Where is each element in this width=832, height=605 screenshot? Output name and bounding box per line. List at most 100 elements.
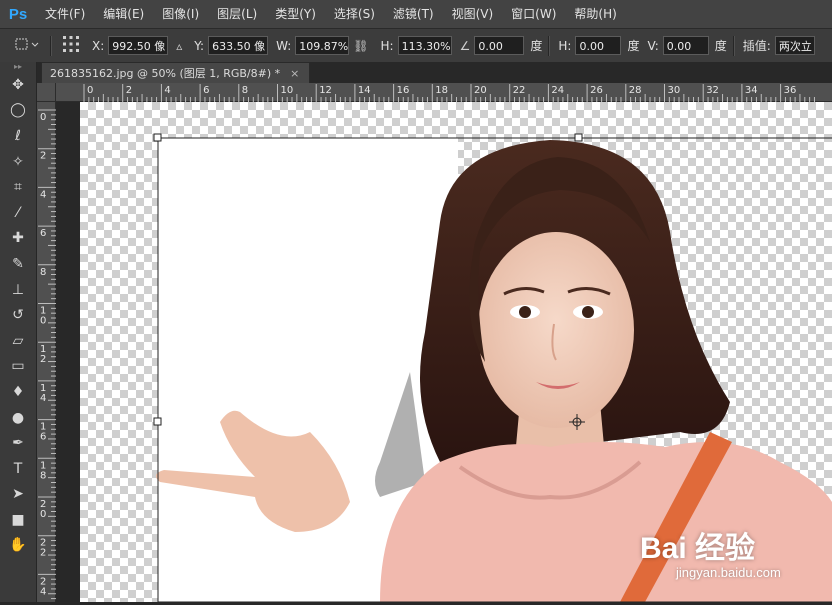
menu-image[interactable]: 图像(I) <box>153 0 208 28</box>
menu-type[interactable]: 类型(Y) <box>266 0 325 28</box>
ruler-tick-label: 6 <box>40 432 46 443</box>
ruler-tick-label: 2 <box>40 151 46 162</box>
horizontal-ruler[interactable]: 0 2 4 6 8 10 12 14 16 18 20 22 24 26 28 30 32 34 36 <box>56 83 832 102</box>
type-tool-icon[interactable]: T <box>0 456 36 482</box>
ruler-origin[interactable] <box>37 83 56 102</box>
ruler-tick-label: 18 <box>435 85 448 96</box>
vskew-field[interactable]: 0.00 <box>662 36 709 55</box>
delta-icon[interactable]: ▵ <box>176 39 182 53</box>
horizontal-ruler-ticks: 0 2 4 6 8 10 12 14 16 18 20 22 24 26 28 30 32 34 36 <box>83 84 815 102</box>
y-field[interactable]: 633.50 像 <box>208 36 269 55</box>
path-selection-icon[interactable]: ➤ <box>0 482 36 508</box>
x-field[interactable]: 992.50 像 <box>108 36 169 55</box>
w-label: W: <box>276 38 292 53</box>
history-brush-icon[interactable]: ↺ <box>0 302 36 328</box>
width-field[interactable]: 109.87% <box>295 36 350 55</box>
document-tab-title: 261835162.jpg @ 50% (图层 1, RGB/8#) * <box>50 67 281 80</box>
vertical-ruler[interactable]: 024681012141618202224 <box>37 102 56 602</box>
ruler-tick-label: 8 <box>40 267 46 278</box>
ruler-tick-label: 4 <box>40 586 46 597</box>
menu-window[interactable]: 窗口(W) <box>502 0 565 28</box>
tools-panel: ▸▸ ✥ ◯ ℓ ✧ ⌗ ⁄ ✚ ✎ ⊥ ↺ ▱ ▭ ♦ ● ✒ T ➤ ■ ✋ <box>0 62 37 602</box>
vertical-ruler-ticks: 024681012141618202224 <box>38 109 56 600</box>
document-tab[interactable]: 261835162.jpg @ 50% (图层 1, RGB/8#) * × <box>41 62 311 83</box>
eyedropper-icon[interactable]: ⁄ <box>0 200 36 226</box>
height-field[interactable]: 113.30% <box>397 36 452 55</box>
ruler-tick-label: 4 <box>40 393 46 404</box>
interpolation-label: 插值: <box>742 39 771 53</box>
eraser-icon[interactable]: ▱ <box>0 328 36 354</box>
vskew-unit: 度 <box>714 39 727 53</box>
document-tab-bar: 261835162.jpg @ 50% (图层 1, RGB/8#) * × <box>37 62 832 83</box>
ruler-tick-label: 4 <box>164 85 170 96</box>
photoshop-logo: Ps <box>8 5 28 23</box>
gradient-icon[interactable]: ▭ <box>0 354 36 380</box>
ruler-tick-label: 6 <box>40 228 46 239</box>
ruler-tick-label: 28 <box>629 85 642 96</box>
lasso-icon[interactable]: ℓ <box>0 123 36 149</box>
ruler-tick-label: 20 <box>474 85 487 96</box>
menu-filter[interactable]: 滤镜(T) <box>384 0 443 28</box>
ruler-tick-label: 0 <box>40 316 46 327</box>
menu-select[interactable]: 选择(S) <box>325 0 384 28</box>
y-label: Y: <box>194 38 205 53</box>
ruler-tick-label: 2 <box>40 354 46 365</box>
ruler-tick-label: 8 <box>242 85 248 96</box>
baidu-watermark-logo: Bai 经验 <box>640 532 756 565</box>
hskew-unit: 度 <box>627 39 640 53</box>
ruler-tick-label: 0 <box>87 85 93 96</box>
magic-wand-icon[interactable]: ✧ <box>0 149 36 175</box>
crop-tool-icon[interactable]: ⌗ <box>0 174 36 200</box>
pen-icon[interactable]: ✒ <box>0 430 36 456</box>
ruler-tick-label: 14 <box>358 85 371 96</box>
ruler-tick-label: 26 <box>590 85 603 96</box>
reference-point-icon[interactable] <box>62 35 80 56</box>
blur-icon[interactable]: ♦ <box>0 379 36 405</box>
move-tool-icon[interactable]: ✥ <box>0 72 36 98</box>
ruler-tick-label: 30 <box>668 85 681 96</box>
menu-help[interactable]: 帮助(H) <box>565 0 625 28</box>
menu-file[interactable]: 文件(F) <box>36 0 94 28</box>
vskew-label: V: <box>647 38 659 53</box>
menu-view[interactable]: 视图(V) <box>443 0 503 28</box>
move-tool-preset-icon[interactable] <box>14 36 40 55</box>
clone-stamp-icon[interactable]: ⊥ <box>0 277 36 303</box>
angle-unit: 度 <box>530 39 543 53</box>
separator <box>50 35 52 56</box>
ruler-tick-label: 2 <box>126 85 132 96</box>
x-label: X: <box>92 38 105 53</box>
panel-grip-icon[interactable]: ▸▸ <box>0 62 36 72</box>
ruler-tick-label: 10 <box>281 85 294 96</box>
menu-bar: Ps 文件(F) 编辑(E) 图像(I) 图层(L) 类型(Y) 选择(S) 滤… <box>0 0 832 28</box>
ruler-tick-label: 32 <box>706 85 719 96</box>
ruler-tick-label: 6 <box>203 85 209 96</box>
h-label: H: <box>380 38 394 53</box>
hand-tool-icon[interactable]: ✋ <box>0 533 36 559</box>
separator <box>548 35 551 56</box>
menu-edit[interactable]: 编辑(E) <box>94 0 153 28</box>
ruler-tick-label: 0 <box>40 112 46 123</box>
options-bar: X: 992.50 像 ▵ Y: 633.50 像 W: 109.87% ⛓ H… <box>0 28 832 63</box>
ruler-tick-label: 0 <box>40 509 46 520</box>
brush-icon[interactable]: ✎ <box>0 251 36 277</box>
ruler-tick-label: 12 <box>319 85 332 96</box>
separator <box>732 35 735 56</box>
angle-field[interactable]: 0.00 <box>474 36 525 55</box>
baidu-watermark-url: jingyan.baidu.com <box>676 565 781 580</box>
hskew-field[interactable]: 0.00 <box>575 36 622 55</box>
elliptical-marquee-icon[interactable]: ◯ <box>0 98 36 124</box>
dodge-icon[interactable]: ● <box>0 405 36 431</box>
angle-icon: ∠ <box>459 38 471 53</box>
healing-brush-icon[interactable]: ✚ <box>0 226 36 252</box>
link-icon[interactable]: ⛓ <box>353 39 368 53</box>
ruler-tick-label: 22 <box>513 85 526 96</box>
close-icon[interactable]: × <box>290 67 299 80</box>
ruler-tick-label: 36 <box>784 85 797 96</box>
ruler-tick-label: 24 <box>551 85 564 96</box>
interpolation-select[interactable]: 两次立 <box>774 36 815 55</box>
ruler-tick-label: 34 <box>745 85 758 96</box>
menu-layer[interactable]: 图层(L) <box>208 0 266 28</box>
rectangle-tool-icon[interactable]: ■ <box>0 507 36 533</box>
hskew-label: H: <box>558 38 572 53</box>
ruler-tick-label: 2 <box>40 548 46 559</box>
